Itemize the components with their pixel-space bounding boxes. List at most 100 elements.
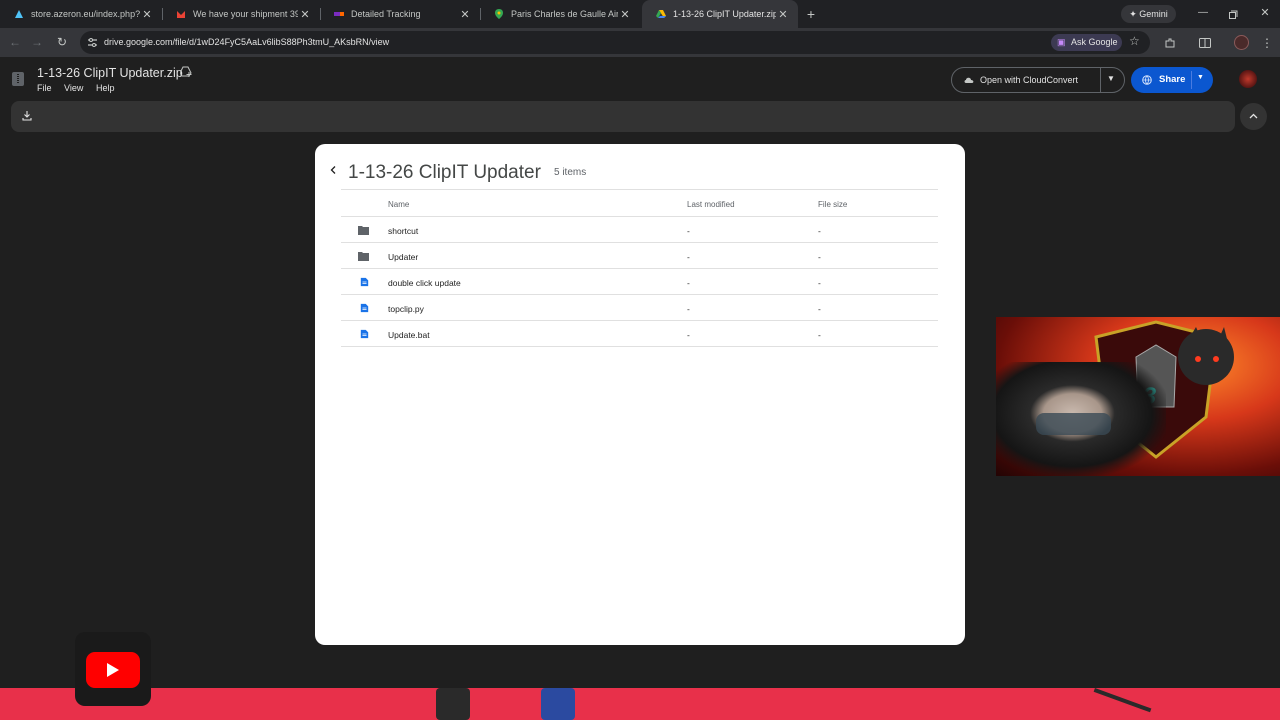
add-shortcut-to-drive-icon[interactable] <box>180 66 193 78</box>
site-settings-icon <box>88 38 97 47</box>
column-last-modified[interactable]: Last modified <box>687 200 735 209</box>
url-text: drive.google.com/file/d/1wD24FyC5AaLv6li… <box>104 37 390 47</box>
close-icon[interactable]: ✕ <box>618 8 632 21</box>
extensions-icon[interactable] <box>1161 34 1179 52</box>
back-button[interactable]: ← <box>6 33 24 51</box>
document-icon <box>360 329 369 339</box>
menu-file[interactable]: File <box>37 83 52 93</box>
tab-google-maps[interactable]: Paris Charles de Gaulle Airport ✕ <box>480 0 640 28</box>
share-label: Share <box>1159 74 1186 85</box>
archive-preview-card: 1-13-26 ClipIT Updater 5 items Name Last… <box>315 144 965 645</box>
tab-gmail[interactable]: We have your shipment 3976543 ✕ <box>162 0 320 28</box>
gemini-label: Gemini <box>1139 9 1168 19</box>
row-modified: - <box>687 226 690 236</box>
sparkle-icon: ✦ <box>1129 9 1137 19</box>
open-with-button[interactable]: Open with CloudConvert ▼ <box>951 67 1125 93</box>
youtube-badge <box>75 632 151 706</box>
close-icon[interactable]: ✕ <box>776 8 790 21</box>
collapse-toolbar-button[interactable] <box>1240 103 1267 130</box>
fedex-icon <box>334 12 344 16</box>
row-size: - <box>818 278 821 288</box>
row-modified: - <box>687 278 690 288</box>
document-icon <box>360 277 369 287</box>
tab-detailed-tracking[interactable]: Detailed Tracking ✕ <box>320 0 480 28</box>
webcam-overlay: 023 <box>996 317 1280 476</box>
bookmark-star-icon[interactable]: ☆ <box>1129 34 1140 48</box>
open-with-label: Open with CloudConvert <box>980 75 1079 85</box>
table-header: Name Last modified File size <box>341 190 938 217</box>
row-name: double click update <box>388 278 461 288</box>
table-row[interactable]: shortcut - - <box>341 217 938 243</box>
row-modified: - <box>687 252 690 262</box>
azeron-favicon-icon <box>15 10 23 18</box>
cloud-icon <box>964 77 974 83</box>
row-modified: - <box>687 304 690 314</box>
item-count: 5 items <box>554 167 587 178</box>
window-close-button[interactable]: ✕ <box>1259 6 1271 20</box>
gemini-button[interactable]: ✦ Gemini <box>1121 5 1176 23</box>
table-row[interactable]: double click update - - <box>341 269 938 295</box>
ask-google-chip[interactable]: ▣ Ask Google <box>1051 34 1122 51</box>
column-name[interactable]: Name <box>388 200 409 209</box>
close-icon[interactable]: ✕ <box>298 8 312 21</box>
table-row[interactable]: Update.bat - - <box>341 321 938 347</box>
column-file-size[interactable]: File size <box>818 200 847 209</box>
minimize-button[interactable]: — <box>1197 7 1209 21</box>
gmail-icon <box>177 11 185 18</box>
viewer-header: 1-13-26 ClipIT Updater.zip File View Hel… <box>0 57 1280 101</box>
folder-icon <box>358 226 369 235</box>
tab-title: 1-13-26 ClipIT Updater.zip - Goo <box>673 9 776 19</box>
row-name: Update.bat <box>388 330 430 340</box>
share-dropdown-icon[interactable]: ▼ <box>1197 74 1204 81</box>
map-pin-icon <box>495 9 503 19</box>
browser-toolbar: ← → ↻ drive.google.com/file/d/1wD24FyC5A… <box>0 28 1280 57</box>
row-name: topclip.py <box>388 304 424 314</box>
chevron-up-icon <box>1249 113 1258 119</box>
row-size: - <box>818 252 821 262</box>
row-size: - <box>818 226 821 236</box>
row-name: Updater <box>388 252 419 262</box>
reload-button[interactable]: ↻ <box>53 33 71 51</box>
restore-icon <box>1229 10 1238 19</box>
play-icon <box>107 663 119 677</box>
google-drive-icon <box>656 10 666 18</box>
share-button[interactable]: Share ▼ <box>1131 67 1213 93</box>
profile-avatar[interactable] <box>1234 35 1249 50</box>
download-icon[interactable] <box>22 111 32 121</box>
close-icon[interactable]: ✕ <box>458 8 472 21</box>
table-row[interactable]: Updater - - <box>341 243 938 269</box>
globe-icon <box>1142 75 1152 85</box>
account-avatar[interactable] <box>1239 70 1257 88</box>
tab-title: store.azeron.eu/index.php?route <box>31 9 140 19</box>
archive-title: 1-13-26 ClipIT Updater <box>348 162 541 183</box>
menu-view[interactable]: View <box>64 83 83 93</box>
row-size: - <box>818 304 821 314</box>
file-title: 1-13-26 ClipIT Updater.zip <box>37 66 183 80</box>
tab-strip: store.azeron.eu/index.php?route ✕ We hav… <box>0 0 1280 28</box>
menu-kebab-icon[interactable]: ⋮ <box>1258 34 1276 52</box>
dropdown-arrow-icon[interactable]: ▼ <box>1107 74 1115 83</box>
document-icon <box>360 303 369 313</box>
row-size: - <box>818 330 821 340</box>
table-row[interactable]: topclip.py - - <box>341 295 938 321</box>
forward-button[interactable]: → <box>28 33 46 51</box>
address-bar[interactable]: drive.google.com/file/d/1wD24FyC5AaLv6li… <box>80 31 1150 54</box>
zip-file-icon <box>12 72 24 86</box>
tab-title: Paris Charles de Gaulle Airport <box>511 9 618 19</box>
close-icon[interactable]: ✕ <box>140 8 154 21</box>
row-modified: - <box>687 330 690 340</box>
new-tab-button[interactable]: + <box>803 6 819 22</box>
back-arrow-icon[interactable] <box>330 166 336 174</box>
split-view-icon[interactable] <box>1196 34 1214 52</box>
tab-drive-active[interactable]: 1-13-26 ClipIT Updater.zip - Goo ✕ <box>642 0 798 28</box>
decor-shape <box>436 688 470 720</box>
restore-button[interactable] <box>1228 7 1240 21</box>
viewer-toolbar <box>11 101 1235 132</box>
decor-shape <box>1093 688 1152 713</box>
ask-google-label: Ask Google <box>1071 37 1118 47</box>
folder-icon <box>358 252 369 261</box>
tab-azeron[interactable]: store.azeron.eu/index.php?route ✕ <box>0 0 162 28</box>
menu-help[interactable]: Help <box>96 83 115 93</box>
decor-shape <box>541 688 575 720</box>
youtube-logo-icon <box>86 652 140 688</box>
